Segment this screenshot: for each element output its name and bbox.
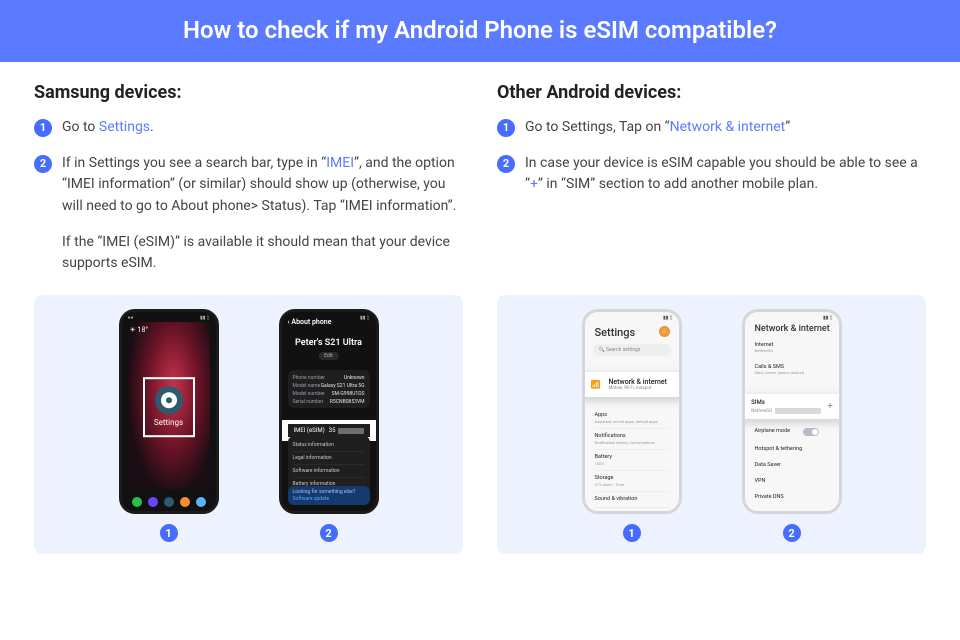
about-line: Legal information: [293, 451, 365, 464]
settings-app-highlight: Settings: [143, 377, 195, 437]
other-heading: Other Android devices:: [497, 82, 926, 103]
samsung-step-2: 2 If in Settings you see a search bar, t…: [34, 153, 463, 218]
settings-item: Battery: [595, 450, 669, 461]
search-settings: 🔍 Search settings: [593, 344, 671, 356]
airplane-toggle: [803, 428, 819, 436]
other-step-2: 2 In case your device is eSIM capable yo…: [497, 153, 926, 196]
step-badge: 2: [497, 155, 515, 173]
imei-keyword: IMEI: [326, 155, 354, 171]
about-footer: Looking for something else? Software upd…: [288, 486, 370, 505]
network-internet-title: Network & internet: [755, 324, 830, 334]
network-row: Airplane mode: [755, 428, 829, 434]
settings-item: Apps: [595, 408, 669, 419]
step-badge: 2: [34, 155, 52, 173]
other-column: Other Android devices: 1 Go to Settings,…: [497, 82, 926, 287]
settings-app-label: Settings: [154, 418, 183, 427]
avatar: [659, 326, 670, 337]
samsung-step-1: 1 Go to Settings.: [34, 117, 463, 139]
plus-icon: +: [827, 401, 833, 412]
about-row: Phone numberUnknown: [293, 374, 365, 382]
sim-icon: ▤: [742, 403, 746, 411]
about-row: Model nameGalaxy S21 Ultra 5G: [293, 382, 365, 390]
network-row: InternetNetfreeGO: [755, 342, 829, 353]
step-badge: 1: [34, 119, 52, 137]
samsung-heading: Samsung devices:: [34, 82, 463, 103]
device-name: Peter's S21 Ultra: [282, 338, 376, 348]
about-phone-header: ‹ About phone: [288, 318, 332, 326]
wifi-icon: 📶: [591, 380, 601, 389]
caption-badge: 1: [160, 524, 178, 542]
network-row: Private DNS: [755, 494, 829, 500]
about-line: Software information: [293, 464, 365, 477]
network-internet-link[interactable]: Network & internet: [670, 119, 786, 135]
android-mock-network: ▮▮ ▯ Network & internet InternetNetfreeG…: [742, 309, 842, 514]
screenshot-panels: ●●▮▮ ▯ ☀ 18° Settings ▮▮ ▯ ‹ About phone…: [0, 287, 960, 554]
caption-badge: 1: [623, 524, 641, 542]
plus-keyword: +: [530, 176, 538, 192]
step-text: Go to Settings, Tap on “Network & intern…: [525, 117, 790, 139]
samsung-extra-note: If the “IMEI (eSIM)” is available it sho…: [62, 232, 463, 275]
step-text: If in Settings you see a search bar, typ…: [62, 153, 463, 218]
instruction-columns: Samsung devices: 1 Go to Settings. 2 If …: [0, 62, 960, 287]
samsung-mock-about: ▮▮ ▯ ‹ About phone Peter's S21 Ultra Edi…: [279, 309, 379, 514]
android-mock-settings: ▮▮ ▯ Settings 🔍 Search settings 📶 Networ…: [582, 309, 682, 514]
settings-link[interactable]: Settings: [99, 119, 150, 135]
caption-badge: 2: [783, 524, 801, 542]
network-row: Data Saver: [755, 462, 829, 468]
samsung-steps: 1 Go to Settings. 2 If in Settings you s…: [34, 117, 463, 218]
caption-badge: 2: [320, 524, 338, 542]
other-step-1: 1 Go to Settings, Tap on “Network & inte…: [497, 117, 926, 139]
samsung-panel: ●●▮▮ ▯ ☀ 18° Settings ▮▮ ▯ ‹ About phone…: [34, 295, 463, 554]
network-internet-highlight: 📶 Network & internet Mobile, Wi-Fi, hots…: [582, 372, 682, 397]
gear-icon: [155, 386, 183, 414]
about-row: Model numberSM-G998U1DS: [293, 390, 365, 398]
redacted-sim: [775, 408, 821, 414]
step-badge: 1: [497, 119, 515, 137]
edit-button: Edit: [318, 352, 338, 360]
step-text: In case your device is eSIM capable you …: [525, 153, 926, 196]
weather-widget: ☀ 18°: [130, 326, 149, 334]
step-text: Go to Settings.: [62, 117, 154, 139]
other-steps: 1 Go to Settings, Tap on “Network & inte…: [497, 117, 926, 196]
settings-title: Settings: [595, 326, 636, 339]
settings-item: Storage: [595, 471, 669, 482]
network-row: VPN: [755, 478, 829, 484]
samsung-column: Samsung devices: 1 Go to Settings. 2 If …: [34, 82, 463, 287]
page-title: How to check if my Android Phone is eSIM…: [0, 0, 960, 62]
network-row: Hotspot & tethering: [755, 446, 829, 452]
sims-highlight: ▤ SIMs NetfreeGO +: [742, 394, 842, 419]
settings-item: Notifications: [595, 429, 669, 440]
other-panel: ▮▮ ▯ Settings 🔍 Search settings 📶 Networ…: [497, 295, 926, 554]
about-row: Serial numberR5CNB0853VM: [293, 398, 365, 406]
network-row: Calls & SMSData, Lorem, ipsum, dolorsit: [755, 364, 829, 375]
settings-item: Sound & vibration: [595, 492, 669, 503]
about-line: Status information: [293, 439, 365, 451]
redacted-imei: [338, 428, 364, 434]
samsung-mock-home: ●●▮▮ ▯ ☀ 18° Settings: [119, 309, 219, 514]
imei-esim-label: IMEI (eSIM): [294, 427, 325, 434]
dock-icons: [122, 497, 216, 507]
